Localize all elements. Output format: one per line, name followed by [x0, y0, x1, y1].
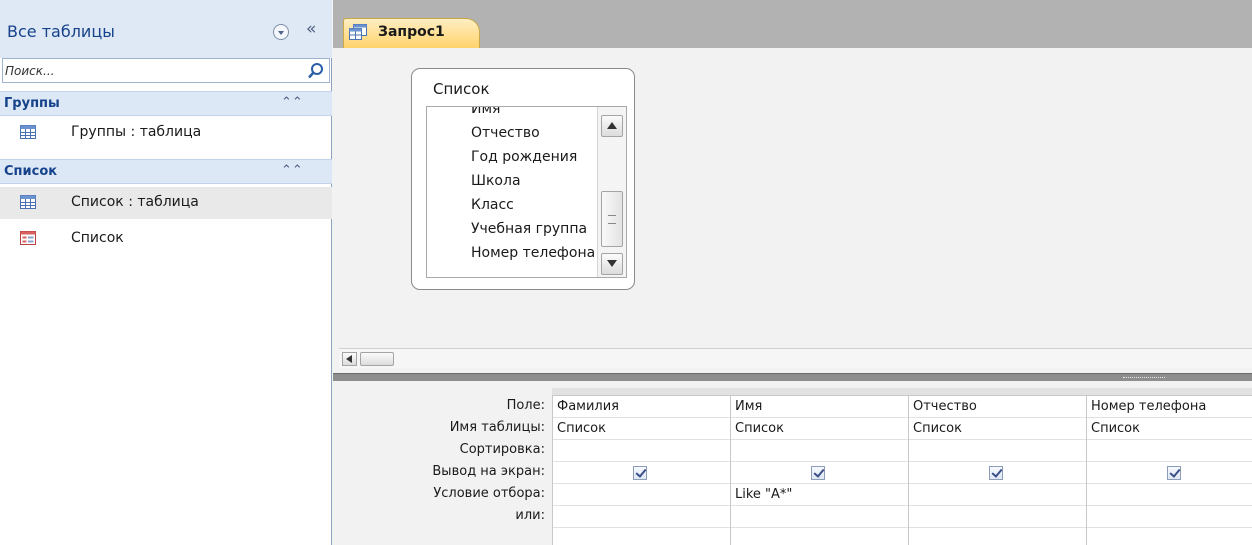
sort-cell[interactable] [553, 440, 730, 462]
chevron-up-icon[interactable]: ⌃⌃ [281, 163, 303, 178]
table-cell[interactable]: Список [731, 418, 908, 440]
row-label-criteria: Условие отбора: [433, 486, 545, 501]
pane-splitter[interactable] [333, 373, 1252, 381]
field-item[interactable]: Школа [471, 173, 521, 189]
nav-item-label: Группы : таблица [71, 124, 202, 140]
field-cell[interactable]: Фамилия [553, 396, 730, 418]
dropdown-menu-icon[interactable] [273, 24, 289, 40]
row-label-show: Вывод на экран: [432, 464, 545, 479]
group-header-groups[interactable]: Группы ⌃⌃ [0, 91, 332, 116]
table-box-title: Список [433, 80, 490, 98]
sort-cell[interactable] [1087, 440, 1252, 462]
field-list: Имя Отчество Год рождения Школа Класс Уч… [426, 106, 627, 278]
show-checkbox[interactable] [989, 466, 1003, 480]
nav-header: Все таблицы « [0, 0, 332, 58]
nav-item-list-form[interactable]: Список [0, 223, 332, 255]
field-item[interactable]: Отчество [471, 125, 540, 141]
nav-title[interactable]: Все таблицы [7, 22, 115, 41]
criteria-cell[interactable] [553, 484, 730, 506]
group-header-list[interactable]: Список ⌃⌃ [0, 159, 332, 184]
show-checkbox[interactable] [1167, 466, 1181, 480]
scroll-down-arrow-icon[interactable] [601, 253, 623, 275]
scroll-left-arrow-icon[interactable] [342, 352, 357, 366]
table-icon [20, 195, 36, 209]
navigation-pane: Все таблицы « Группы ⌃⌃ Группы : таблица… [0, 0, 332, 545]
field-cell[interactable]: Отчество [909, 396, 1086, 418]
show-checkbox[interactable] [633, 466, 647, 480]
grid-column: Фамилия Список [552, 396, 730, 545]
collapse-pane-icon[interactable]: « [306, 21, 316, 38]
grid-column: Имя Список Like "А*" [730, 396, 908, 545]
query-design-pane: Список Имя Отчество Год рождения Школа К… [333, 48, 1252, 376]
field-item[interactable]: Класс [471, 197, 514, 213]
column-selector-bar[interactable] [552, 388, 1252, 396]
row-label-field: Поле: [506, 398, 545, 413]
show-cell [553, 462, 730, 484]
search-box [2, 58, 330, 83]
or-cell[interactable] [731, 506, 908, 528]
field-cell[interactable]: Номер телефона [1087, 396, 1252, 418]
show-checkbox[interactable] [811, 466, 825, 480]
tab-label: Запрос1 [378, 24, 445, 40]
tab-strip: Запрос1 [333, 0, 1252, 48]
row-label-table: Имя таблицы: [449, 420, 545, 435]
query-grid-pane: Поле: Имя таблицы: Сортировка: Вывод на … [333, 381, 1252, 545]
sort-cell[interactable] [731, 440, 908, 462]
or-cell[interactable] [1087, 506, 1252, 528]
table-cell[interactable]: Список [909, 418, 1086, 440]
criteria-cell[interactable] [1087, 484, 1252, 506]
tab-query1[interactable]: Запрос1 [343, 18, 480, 48]
table-icon [20, 125, 36, 139]
row-label-sort: Сортировка: [459, 442, 545, 457]
or-cell[interactable] [553, 506, 730, 528]
nav-item-label: Список : таблица [71, 194, 199, 210]
table-field-box[interactable]: Список Имя Отчество Год рождения Школа К… [411, 68, 635, 290]
search-input[interactable] [5, 61, 295, 80]
field-item[interactable]: Год рождения [471, 149, 577, 165]
document-area: Запрос1 Список Имя Отчество Год рождения… [333, 0, 1252, 545]
scroll-thumb[interactable] [601, 191, 623, 247]
nav-item-list-table[interactable]: Список : таблица [0, 187, 332, 219]
form-icon [20, 231, 36, 245]
grid-column: Номер телефона Список [1086, 396, 1252, 545]
search-icon[interactable] [307, 62, 325, 80]
field-list-scrollbar[interactable] [597, 107, 626, 277]
hscroll-thumb[interactable] [360, 352, 394, 366]
field-item[interactable]: Учебная группа [471, 221, 587, 237]
row-label-or: или: [515, 508, 545, 523]
group-label: Группы [4, 96, 60, 111]
grid-column: Отчество Список [908, 396, 1086, 545]
chevron-up-icon[interactable]: ⌃⌃ [281, 95, 303, 110]
splitter-grip[interactable] [1123, 377, 1165, 379]
table-cell[interactable]: Список [1087, 418, 1252, 440]
nav-item-groups-table[interactable]: Группы : таблица [0, 117, 332, 149]
show-cell [909, 462, 1086, 484]
query-icon [349, 24, 367, 40]
nav-item-label: Список [71, 230, 124, 246]
scroll-up-arrow-icon[interactable] [601, 115, 623, 137]
show-cell [1087, 462, 1252, 484]
field-item[interactable]: Номер телефона [471, 245, 595, 261]
sort-cell[interactable] [909, 440, 1086, 462]
or-cell[interactable] [909, 506, 1086, 528]
horizontal-scrollbar[interactable] [339, 348, 1252, 368]
table-cell[interactable]: Список [553, 418, 730, 440]
group-label: Список [4, 164, 58, 179]
criteria-cell[interactable] [909, 484, 1086, 506]
field-item[interactable]: Имя [471, 107, 500, 117]
show-cell [731, 462, 908, 484]
field-cell[interactable]: Имя [731, 396, 908, 418]
criteria-cell[interactable]: Like "А*" [731, 484, 908, 506]
